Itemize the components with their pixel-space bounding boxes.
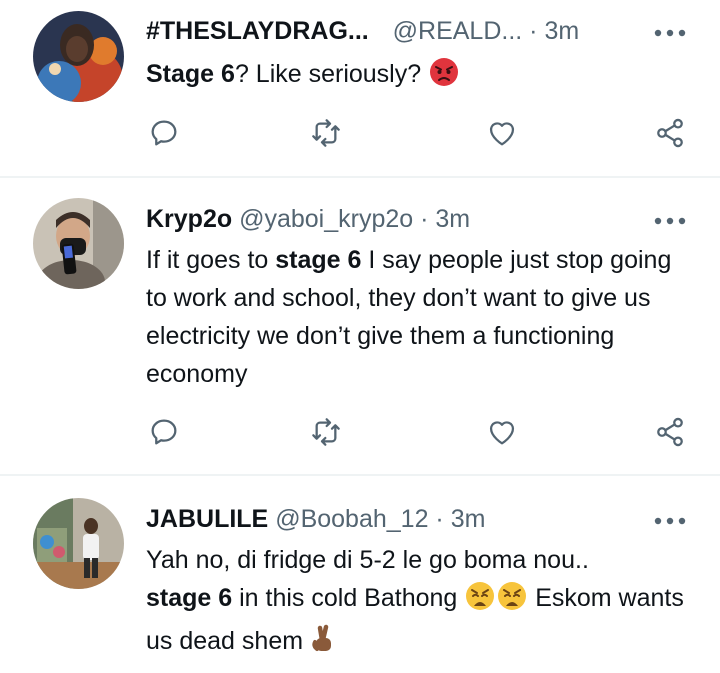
share-icon[interactable] [654, 416, 686, 448]
avatar-image [33, 11, 124, 102]
text-segment: in this cold Bathong [232, 584, 465, 612]
more-options-icon[interactable] [653, 26, 687, 38]
timestamp[interactable]: 3m [544, 17, 579, 45]
handle[interactable]: @Boobah_12 [275, 505, 428, 533]
timestamp[interactable]: 3m [435, 205, 470, 233]
tweet-header: #THESLAYDRAG... @REALD... · 3m [146, 16, 579, 46]
pouting-face-emoji [429, 57, 459, 98]
display-name[interactable]: JABULILE [146, 505, 268, 533]
handle[interactable]: @REALD... [393, 17, 523, 45]
text-segment: stage 6 [275, 246, 362, 274]
weary-face-emoji [465, 581, 495, 622]
tweet-text: If it goes to stage 6 I say people just … [146, 241, 686, 393]
reply-icon[interactable] [148, 117, 180, 149]
retweet-icon[interactable] [310, 117, 342, 149]
text-segment: stage 6 [146, 584, 233, 612]
text-segment: Stage 6 [146, 60, 235, 88]
like-icon[interactable] [486, 117, 518, 149]
share-icon[interactable] [654, 117, 686, 149]
tweet[interactable]: JABULILE @Boobah_12 · 3m Yah no, di frid… [0, 476, 720, 673]
separator-dot: · [413, 205, 436, 233]
reply-icon[interactable] [148, 416, 180, 448]
separator-dot: · [428, 505, 451, 533]
display-name[interactable]: Kryp2o [146, 205, 232, 233]
more-options-icon[interactable] [653, 514, 687, 526]
tweet[interactable]: #THESLAYDRAG... @REALD... · 3m Stage 6? … [0, 0, 720, 176]
avatar-image [33, 498, 124, 589]
text-segment: ? Like seriously? [234, 60, 422, 88]
separator-dot: · [522, 17, 545, 45]
crossed-fingers-emoji [311, 624, 337, 665]
retweet-icon[interactable] [310, 416, 342, 448]
avatar[interactable] [33, 11, 124, 102]
tweet-header: Kryp2o @yaboi_kryp2o · 3m [146, 204, 470, 234]
tweet-header: JABULILE @Boobah_12 · 3m [146, 504, 485, 534]
more-options-icon[interactable] [653, 214, 687, 226]
tweet-text: Stage 6? Like seriously? [146, 55, 686, 98]
tweet[interactable]: Kryp2o @yaboi_kryp2o · 3m If it goes to … [0, 178, 720, 474]
timestamp[interactable]: 3m [451, 505, 486, 533]
handle[interactable]: @yaboi_kryp2o [239, 205, 413, 233]
like-icon[interactable] [486, 416, 518, 448]
avatar-image [33, 198, 124, 289]
weary-face-emoji [497, 581, 527, 622]
avatar[interactable] [33, 198, 124, 289]
display-name[interactable]: #THESLAYDRAG... [146, 17, 369, 45]
tweet-text: Yah no, di fridge di 5-2 le go boma nou.… [146, 541, 686, 665]
avatar[interactable] [33, 498, 124, 589]
text-segment: Yah no, di fridge di 5-2 le go boma nou.… [146, 546, 589, 574]
text-segment: If it goes to [146, 246, 276, 274]
